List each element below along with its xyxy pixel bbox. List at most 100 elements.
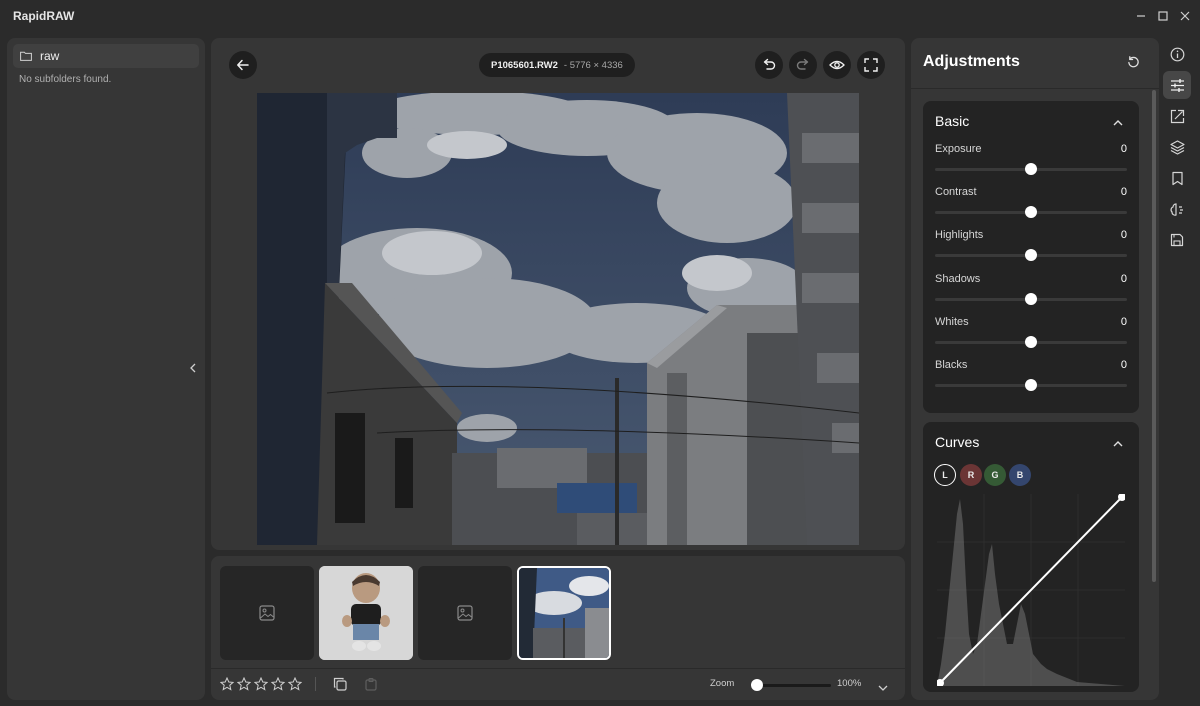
rating-stars[interactable]	[220, 677, 302, 691]
slider-value[interactable]: 0	[1121, 186, 1127, 198]
slider-thumb[interactable]	[1025, 163, 1037, 175]
tone-curve-editor[interactable]	[936, 493, 1126, 687]
copy-adjustments-button[interactable]	[333, 677, 347, 696]
slider-thumb[interactable]	[1025, 206, 1037, 218]
reset-icon	[1127, 55, 1139, 67]
highlights-slider[interactable]: Highlights 0	[935, 229, 1127, 269]
export-tool-button[interactable]	[1163, 226, 1191, 254]
thumbnail-3[interactable]	[418, 566, 512, 660]
redo-button[interactable]	[789, 51, 817, 79]
contrast-slider[interactable]: Contrast 0	[935, 186, 1127, 226]
channel-red-button[interactable]: R	[960, 464, 982, 486]
thumbnail-1[interactable]	[220, 566, 314, 660]
slider-thumb[interactable]	[1025, 249, 1037, 261]
paste-icon	[365, 677, 377, 691]
exposure-slider[interactable]: Exposure 0	[935, 143, 1127, 183]
basic-section: Basic Exposure 0 Contrast 0 Highlights 0…	[923, 101, 1139, 413]
save-icon	[1170, 233, 1184, 247]
info-tool-button[interactable]	[1163, 40, 1191, 68]
collapse-curves-button[interactable]	[1111, 436, 1125, 450]
scrollbar[interactable]	[1152, 90, 1156, 582]
chevron-down-icon	[878, 685, 888, 691]
crop-icon	[1170, 109, 1184, 123]
slider-value[interactable]: 0	[1121, 143, 1127, 155]
ai-brain-icon	[1169, 202, 1183, 216]
crop-tool-button[interactable]	[1163, 102, 1191, 130]
title-bar: RapidRAW	[0, 0, 1200, 32]
channel-blue-button[interactable]: B	[1009, 464, 1031, 486]
curves-section: Curves L R G B	[923, 422, 1139, 692]
presets-tool-button[interactable]	[1163, 164, 1191, 192]
layers-tool-button[interactable]	[1163, 133, 1191, 161]
star-icon[interactable]	[254, 677, 268, 691]
divider	[911, 88, 1159, 89]
image-editor: P1065601.RW2 - 5776 × 4336	[211, 38, 905, 550]
channel-label: B	[1016, 470, 1024, 480]
file-info: P1065601.RW2 - 5776 × 4336	[479, 53, 635, 77]
shadows-slider[interactable]: Shadows 0	[935, 273, 1127, 313]
thumbnail-image	[319, 566, 413, 660]
undo-button[interactable]	[755, 51, 783, 79]
image-placeholder-icon	[259, 605, 275, 621]
slider-label: Whites	[935, 316, 969, 328]
basic-title: Basic	[935, 113, 970, 129]
slider-label: Exposure	[935, 143, 982, 155]
thumbnail-4-selected[interactable]	[517, 566, 611, 660]
slider-value[interactable]: 0	[1121, 229, 1127, 241]
channel-green-button[interactable]: G	[984, 464, 1006, 486]
slider-thumb[interactable]	[1025, 379, 1037, 391]
blacks-slider[interactable]: Blacks 0	[935, 359, 1127, 399]
preview-toggle-button[interactable]	[823, 51, 851, 79]
folder-item-raw[interactable]: raw	[13, 44, 199, 68]
zoom-slider-track[interactable]	[751, 684, 831, 687]
slider-thumb[interactable]	[1025, 336, 1037, 348]
slider-value[interactable]: 0	[1121, 316, 1127, 328]
slider-label: Highlights	[935, 229, 984, 241]
maximize-icon	[1158, 11, 1168, 21]
slider-value[interactable]: 0	[1121, 359, 1127, 371]
maximize-button[interactable]	[1155, 8, 1171, 24]
filmstrip-toggle-button[interactable]	[878, 679, 888, 697]
chevron-up-icon	[1113, 119, 1123, 125]
divider	[211, 668, 905, 669]
zoom-slider-thumb[interactable]	[751, 679, 763, 691]
fullscreen-button[interactable]	[857, 51, 885, 79]
thumbnail-2[interactable]	[319, 566, 413, 660]
file-name: P1065601.RW2	[491, 59, 558, 71]
adjustments-panel: Adjustments Basic Exposure 0 Contrast 0 …	[911, 38, 1159, 700]
star-icon[interactable]	[237, 677, 251, 691]
star-icon[interactable]	[220, 677, 234, 691]
curves-title: Curves	[935, 434, 980, 450]
adjustments-title: Adjustments	[923, 53, 1020, 70]
star-icon[interactable]	[271, 677, 285, 691]
minimize-icon	[1137, 15, 1145, 17]
arrow-left-icon	[237, 59, 249, 71]
paste-adjustments-button[interactable]	[364, 677, 378, 696]
photo-preview[interactable]	[257, 93, 859, 545]
reset-adjustments-button[interactable]	[1125, 54, 1141, 70]
app-title: RapidRAW	[13, 9, 75, 23]
whites-slider[interactable]: Whites 0	[935, 316, 1127, 356]
channel-luma-button[interactable]: L	[934, 464, 956, 486]
ai-tool-button[interactable]	[1163, 195, 1191, 223]
collapse-sidebar-button[interactable]	[187, 360, 199, 376]
folder-panel: raw No subfolders found.	[7, 38, 205, 700]
slider-value[interactable]: 0	[1121, 273, 1127, 285]
photo-image	[257, 93, 859, 545]
undo-icon	[763, 58, 776, 70]
slider-label: Contrast	[935, 186, 977, 198]
side-toolbar	[1160, 38, 1194, 700]
eye-icon	[829, 60, 845, 70]
filmstrip: Zoom 100%	[211, 556, 905, 700]
fullscreen-icon	[864, 58, 878, 72]
image-placeholder-icon	[457, 605, 473, 621]
collapse-basic-button[interactable]	[1111, 115, 1125, 129]
back-button[interactable]	[229, 51, 257, 79]
chevron-up-icon	[1113, 440, 1123, 446]
copy-icon	[333, 677, 347, 691]
slider-thumb[interactable]	[1025, 293, 1037, 305]
minimize-button[interactable]	[1133, 8, 1149, 24]
adjustments-tool-button[interactable]	[1163, 71, 1191, 99]
star-icon[interactable]	[288, 677, 302, 691]
close-button[interactable]	[1177, 8, 1193, 24]
